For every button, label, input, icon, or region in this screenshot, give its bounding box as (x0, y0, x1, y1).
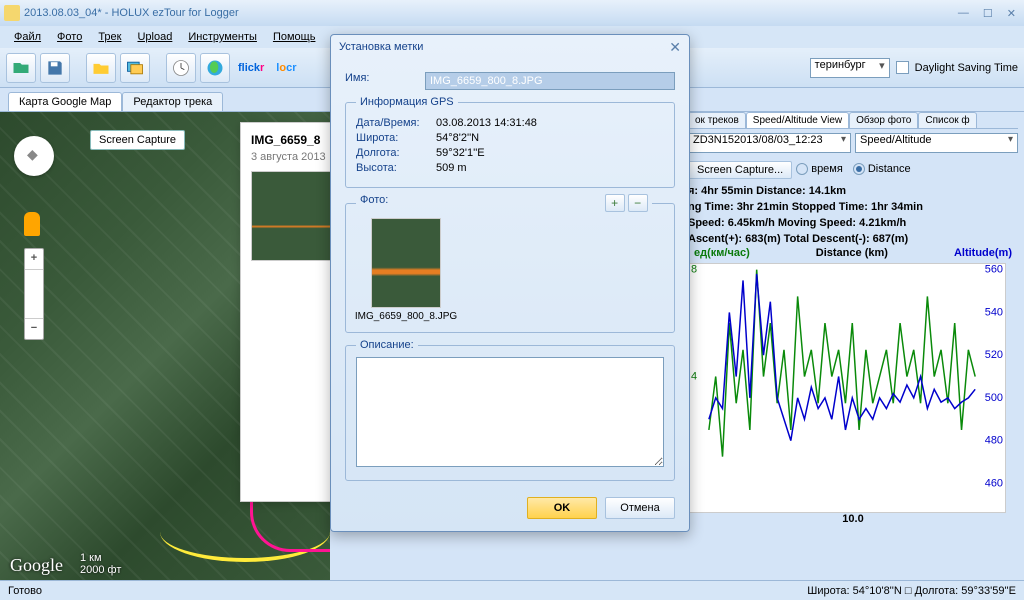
x-tick: 10.0 (688, 513, 1018, 525)
status-coords: Широта: 54°10'8''N □ Долгота: 59°33'59''… (807, 585, 1016, 597)
window-title: 2013.08.03_04* - HOLUX ezTour for Logger (24, 7, 239, 19)
axis-speed-label: eд(км/час) (694, 247, 750, 259)
remove-photo-button[interactable]: − (628, 194, 648, 212)
svg-text:8: 8 (691, 264, 697, 276)
chart-capture-button[interactable]: Screen Capture... (688, 161, 792, 179)
svg-text:460: 460 (985, 477, 1003, 489)
tab-tracks[interactable]: ок треков (688, 112, 746, 128)
svg-text:520: 520 (985, 349, 1003, 361)
desc-fieldset: Описание: (345, 339, 675, 481)
svg-text:500: 500 (985, 392, 1003, 404)
status-ready: Готово (8, 585, 42, 597)
flickr-button[interactable]: flickr (234, 62, 268, 74)
description-input[interactable] (356, 357, 664, 467)
menu-file[interactable]: Файл (8, 29, 47, 45)
menu-help[interactable]: Помощь (267, 29, 322, 45)
tab-map[interactable]: Карта Google Map (8, 92, 122, 111)
google-logo: Google (10, 555, 63, 576)
tab-editor[interactable]: Редактор трека (122, 92, 223, 111)
axis-altitude-label: Altitude(m) (954, 247, 1012, 259)
minimize-button[interactable]: — (954, 7, 973, 20)
radio-time[interactable]: время (796, 163, 843, 175)
photos-button[interactable] (120, 53, 150, 83)
screen-capture-button[interactable]: Screen Capture (90, 130, 185, 150)
cancel-button[interactable]: Отмена (605, 497, 675, 519)
gps-fieldset: Информация GPS Дата/Время:03.08.2013 14:… (345, 96, 675, 188)
map-scale: 1 км2000 фт (80, 552, 121, 576)
mode-select[interactable]: Speed/Altitude (855, 133, 1018, 153)
tab-photo-list[interactable]: Список ф (918, 112, 976, 128)
photo-fieldset: Фото: +− IMG_6659_800_8.JPG (345, 194, 675, 333)
photo-popup: IMG_6659_8 3 августа 2013 (240, 122, 330, 502)
folder-button[interactable] (86, 53, 116, 83)
photo-entry[interactable]: IMG_6659_800_8.JPG (356, 218, 456, 322)
save-button[interactable] (40, 53, 70, 83)
clock-button[interactable] (166, 53, 196, 83)
dialog-close-button[interactable]: ✕ (669, 39, 681, 56)
maximize-button[interactable]: ☐ (979, 7, 997, 20)
app-icon (4, 5, 20, 21)
svg-text:480: 480 (985, 435, 1003, 447)
menu-upload[interactable]: Upload (131, 29, 178, 45)
add-photo-button[interactable]: + (605, 194, 625, 212)
photo-filename: IMG_6659_8 (251, 133, 330, 147)
placemark-dialog: Установка метки ✕ Имя: Информация GPS Да… (330, 34, 690, 532)
speed-altitude-chart: 460 480 500 520 540 560 4 8 (688, 263, 1006, 513)
name-label: Имя: (345, 72, 425, 90)
axis-distance-label: Distance (km) (816, 247, 888, 259)
zoom-control[interactable]: +− (24, 248, 44, 340)
svg-text:4: 4 (691, 370, 697, 382)
menu-photo[interactable]: Фото (51, 29, 88, 45)
globe-button[interactable] (200, 53, 230, 83)
tab-speed-alt[interactable]: Speed/Altitude View (746, 112, 849, 128)
svg-text:540: 540 (985, 306, 1003, 318)
ok-button[interactable]: OK (527, 497, 597, 519)
zoom-in-button[interactable]: + (25, 249, 43, 269)
dst-label: Daylight Saving Time (915, 62, 1018, 74)
photo-thumb (251, 171, 330, 261)
right-panel: ок треков Speed/Altitude View Обзор фото… (688, 112, 1018, 525)
open-button[interactable] (6, 53, 36, 83)
locr-button[interactable]: locr (272, 62, 300, 74)
titlebar: 2013.08.03_04* - HOLUX ezTour for Logger… (0, 0, 1024, 26)
photo-date: 3 августа 2013 (251, 151, 330, 163)
track-select[interactable]: ZD3N152013/08/03_12:23 (688, 133, 851, 153)
menu-tools[interactable]: Инструменты (182, 29, 263, 45)
dialog-title: Установка метки (339, 41, 423, 53)
statusbar: Готово Широта: 54°10'8''N □ Долгота: 59°… (0, 580, 1024, 600)
dialog-photo-thumb (371, 218, 441, 308)
stats-block: я: 4hr 55min Distance: 14.1km ng Time: 3… (688, 183, 1018, 247)
close-button[interactable]: ✕ (1003, 7, 1020, 20)
menu-track[interactable]: Трек (92, 29, 127, 45)
zoom-out-button[interactable]: − (25, 319, 43, 339)
dst-checkbox[interactable] (896, 61, 909, 74)
radio-distance[interactable]: Distance (853, 163, 911, 175)
name-input[interactable] (425, 72, 675, 90)
tab-photo-overview[interactable]: Обзор фото (849, 112, 918, 128)
map-view[interactable]: Screen Capture +− Google 1 км2000 фт IMG… (0, 112, 330, 582)
svg-text:560: 560 (985, 264, 1003, 276)
city-dropdown[interactable]: теринбург (810, 58, 890, 78)
map-pan-control[interactable] (14, 136, 54, 176)
pegman-icon[interactable] (24, 212, 40, 236)
